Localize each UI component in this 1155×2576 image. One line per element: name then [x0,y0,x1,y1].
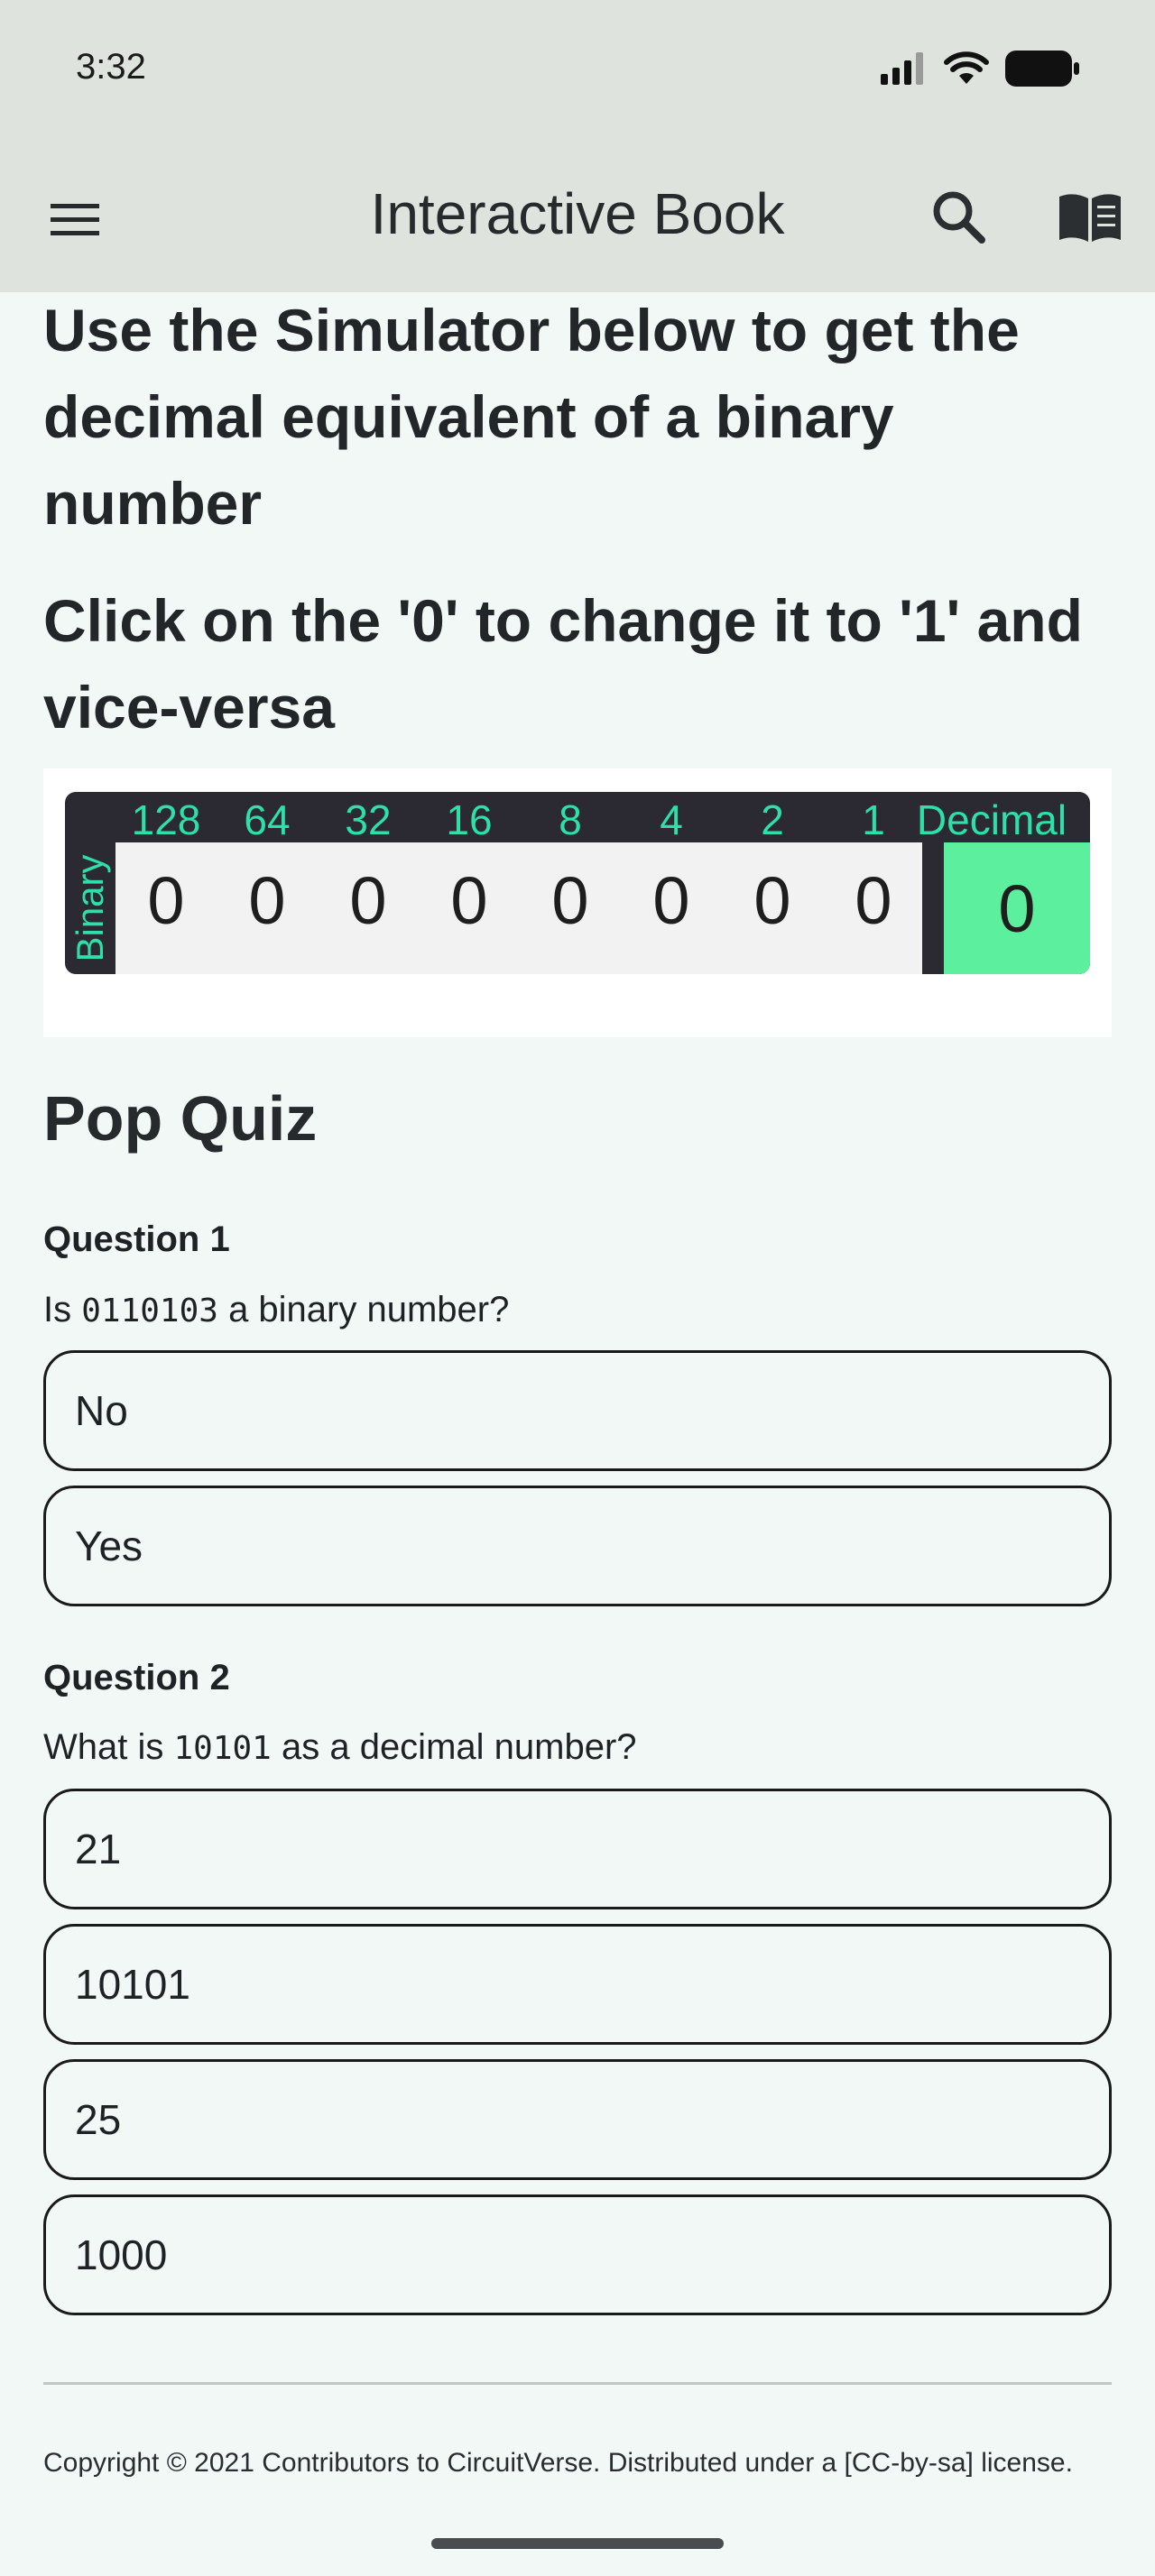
question-text: What is 10101 as a decimal number? [43,1727,637,1768]
place-value-label: 4 [660,796,683,843]
top-app-bar: 3:32 Interactive Book [0,0,1155,292]
bit-toggle-64[interactable]: 0 [217,862,318,939]
answer-option[interactable]: 1000 [43,2194,1112,2315]
intro-section: Use the Simulator below to get the decim… [43,287,1112,750]
bit-toggle-16[interactable]: 0 [419,862,520,939]
bit-toggle-8[interactable]: 0 [520,862,621,939]
question-text-post: as a decimal number? [271,1727,637,1767]
binary-simulator: 128 64 32 16 8 4 2 1 Decimal Binary 0 0 … [65,792,1090,974]
question-label: Question 1 [43,1219,230,1259]
status-icons [879,49,1079,88]
question-text-pre: What is [43,1727,174,1767]
copyright-footer: Copyright © 2021 Contributors to Circuit… [43,2448,1073,2478]
decimal-output: 0 [944,842,1090,974]
bit-toggle-32[interactable]: 0 [318,862,419,939]
binary-row-label: Binary [65,842,116,974]
simulator-card: 128 64 32 16 8 4 2 1 Decimal Binary 0 0 … [43,768,1112,1037]
place-value-label: 2 [761,796,784,843]
instruction-heading: Click on the '0' to change it to '1' and… [43,587,1083,741]
bit-toggle-2[interactable]: 0 [722,862,823,939]
battery-icon [1005,51,1079,87]
question-text-pre: Is [43,1290,82,1329]
question-code: 0110103 [81,1293,218,1329]
question-label: Question 2 [43,1658,230,1697]
status-time: 3:32 [76,47,146,87]
question-text-post: a binary number? [217,1290,510,1329]
quiz-title: Pop Quiz [43,1083,318,1154]
place-value-label: 32 [345,796,392,843]
decimal-header: Decimal [916,796,1067,843]
answer-option[interactable]: 10101 [43,1924,1112,2045]
footer-divider [43,2382,1112,2385]
place-value-label: 128 [131,796,201,843]
question-text: Is 0110103 a binary number? [43,1290,509,1330]
wifi-icon [944,51,989,84]
answer-option[interactable]: 25 [43,2059,1112,2180]
bit-row: 0 0 0 0 0 0 0 0 [116,842,922,974]
question-code: 10101 [173,1730,272,1767]
search-icon[interactable] [928,186,991,249]
place-value-label: 16 [446,796,493,843]
book-icon[interactable] [1056,189,1124,247]
place-value-label: 8 [559,796,582,843]
answer-option[interactable]: No [43,1350,1112,1471]
bit-toggle-4[interactable]: 0 [621,862,722,939]
home-indicator[interactable] [431,2538,724,2549]
bit-toggle-128[interactable]: 0 [116,862,217,939]
bit-toggle-1[interactable]: 0 [823,862,924,939]
signal-icon [881,52,923,85]
answer-option[interactable]: Yes [43,1486,1112,1606]
intro-heading: Use the Simulator below to get the decim… [43,297,1020,537]
place-value-label: 64 [244,796,291,843]
answer-option[interactable]: 21 [43,1789,1112,1909]
binary-label: Binary [69,854,111,962]
